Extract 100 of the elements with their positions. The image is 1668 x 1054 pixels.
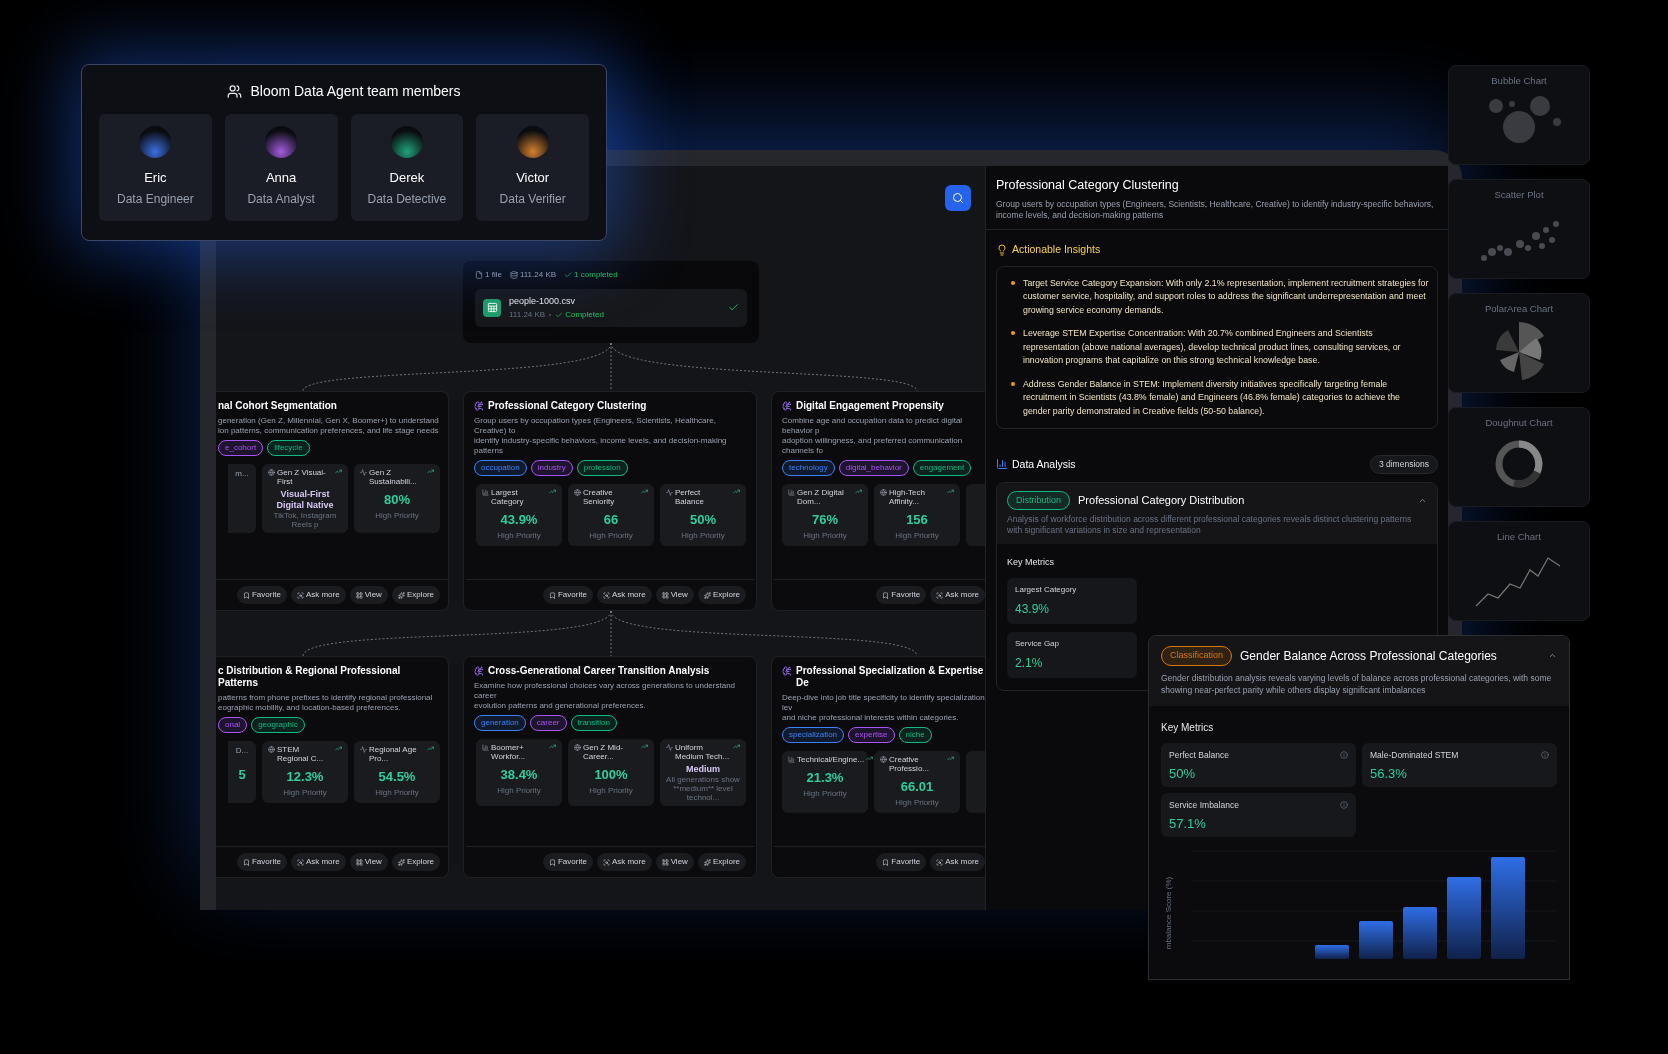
member-card[interactable]: Eric Data Engineer xyxy=(99,114,212,221)
search-button[interactable] xyxy=(945,185,971,211)
trend-icon xyxy=(641,743,648,750)
action-button[interactable]: Favorite xyxy=(876,586,927,604)
trend-icon xyxy=(427,468,434,475)
action-button[interactable]: Favorite xyxy=(542,586,593,604)
metric-note: High Priority xyxy=(282,786,328,799)
metric-value: 5 xyxy=(238,766,246,784)
metric-value: Visual-First Digital Native xyxy=(275,489,335,511)
tag: profession xyxy=(576,460,628,476)
analysis-card[interactable] xyxy=(771,391,985,611)
action-button[interactable]: Ask more xyxy=(596,853,652,871)
info-icon xyxy=(1541,750,1549,759)
upload-status: 1 completed xyxy=(564,269,618,281)
metric-label: Perfect Balance xyxy=(1169,748,1229,762)
trend-icon xyxy=(855,488,862,495)
action-button[interactable]: Explore xyxy=(391,586,440,604)
metric-note: TikTok, Instagram Reels p xyxy=(272,511,338,529)
action-button[interactable]: Ask more xyxy=(290,586,346,604)
metric-value: 21.3% xyxy=(805,769,845,787)
check-icon xyxy=(564,271,573,279)
scan-icon xyxy=(296,591,304,599)
analysis-card[interactable] xyxy=(216,391,449,611)
tag: onal xyxy=(218,717,248,733)
action-button[interactable]: Favorite xyxy=(236,853,287,871)
grid-icon xyxy=(355,858,363,866)
metric-value: 76% xyxy=(811,511,839,529)
action-button[interactable]: Ask more xyxy=(596,586,652,604)
member-name: Anna xyxy=(265,169,297,187)
sparkle-icon xyxy=(703,591,711,599)
card-title: Professional Category Clustering xyxy=(488,400,647,412)
metric-label: Regional Age Pro... xyxy=(369,745,418,763)
action-button[interactable]: Favorite xyxy=(542,853,593,871)
card-title: Cross-Generational Career Transition Analysis xyxy=(488,665,710,677)
chart-thumbnail[interactable]: Bubble Chart xyxy=(1448,65,1590,165)
globe-icon xyxy=(880,756,887,763)
metrics-heading: Key Metrics xyxy=(1161,720,1215,735)
bar xyxy=(1315,944,1349,959)
metric-note: High Priority xyxy=(802,787,848,800)
action-button[interactable]: Ask more xyxy=(930,586,985,604)
brain-icon xyxy=(474,401,484,411)
analysis-card[interactable] xyxy=(463,391,757,611)
globe-icon xyxy=(268,469,275,476)
metric-value: 156 xyxy=(905,511,929,529)
trend-icon xyxy=(947,488,954,495)
chart-label: Scatter Plot xyxy=(1494,188,1544,202)
metric-note: High Priority xyxy=(588,529,634,542)
tag: career xyxy=(529,715,567,731)
metric-note: High Priority xyxy=(374,509,420,522)
brain-icon xyxy=(782,401,792,411)
metric-note: High Priority xyxy=(802,529,848,542)
metric-note: High Priority xyxy=(496,784,542,797)
action-button[interactable]: View xyxy=(655,853,694,871)
card-title: Professional Specialization & Expertise De xyxy=(796,665,985,689)
metric-note: High Priority xyxy=(680,529,726,542)
action-button[interactable]: Favorite xyxy=(236,586,287,604)
bookmark-icon xyxy=(242,591,250,599)
bar-chart-icon xyxy=(482,744,489,751)
trend-icon xyxy=(335,468,342,475)
analysis-card[interactable] xyxy=(771,656,985,878)
analysis-card[interactable] xyxy=(216,656,449,878)
file-node[interactable]: 1 file 111.24 KB 1 completed people-1000.csv 111.24 KB Completed xyxy=(463,261,759,343)
analysis-card[interactable] xyxy=(463,656,757,878)
metric-note: High Priority xyxy=(894,529,940,542)
metric-note: All generations show **medium** level technol... xyxy=(666,775,740,802)
action-button[interactable]: Ask more xyxy=(290,853,346,871)
action-button[interactable]: View xyxy=(655,586,694,604)
grid-icon xyxy=(661,591,669,599)
chart-thumbnail[interactable]: Line Chart xyxy=(1448,521,1590,621)
action-button[interactable]: Explore xyxy=(697,586,746,604)
bar-chart-icon xyxy=(788,489,795,496)
member-card[interactable]: Anna Data Analyst xyxy=(224,114,338,221)
chart-label: Line Chart xyxy=(1497,530,1541,544)
chart-label: Doughnut Chart xyxy=(1485,416,1553,430)
action-button[interactable]: Ask more xyxy=(930,853,985,871)
bookmark-icon xyxy=(882,591,890,599)
bar-chart-icon xyxy=(482,489,489,496)
metric-label: Gen Z Sustainabili... xyxy=(369,468,418,486)
action-button[interactable]: Explore xyxy=(391,853,440,871)
chart-thumbnail[interactable]: Doughnut Chart xyxy=(1448,407,1590,507)
member-card[interactable]: Derek Data Detective xyxy=(350,114,464,221)
chart-thumbnail[interactable]: PolarArea Chart xyxy=(1448,293,1590,393)
action-button[interactable]: Explore xyxy=(697,853,746,871)
chart-thumbnail[interactable]: Scatter Plot xyxy=(1448,179,1590,279)
metric-value: 66.01 xyxy=(899,778,935,796)
axis-label: mbalance Score (%) xyxy=(1163,876,1174,949)
member-name: Derek xyxy=(389,169,425,187)
metric-label: Male-Dominated STEM xyxy=(1370,748,1459,762)
trend-icon xyxy=(866,755,874,762)
tag: expertise xyxy=(848,727,895,743)
collapse-button[interactable] xyxy=(1418,496,1427,505)
action-button[interactable]: View xyxy=(349,586,388,604)
file-row[interactable]: people-1000.csv 111.24 KB Completed xyxy=(475,289,747,327)
metric-note: High Priority xyxy=(894,796,940,809)
bookmark-icon xyxy=(548,858,556,866)
action-button[interactable]: View xyxy=(349,853,388,871)
trend-icon xyxy=(733,743,740,750)
action-button[interactable]: Favorite xyxy=(876,853,927,871)
chart-label: Bubble Chart xyxy=(1491,74,1547,88)
member-card[interactable]: Victor Data Verifier xyxy=(476,114,589,221)
